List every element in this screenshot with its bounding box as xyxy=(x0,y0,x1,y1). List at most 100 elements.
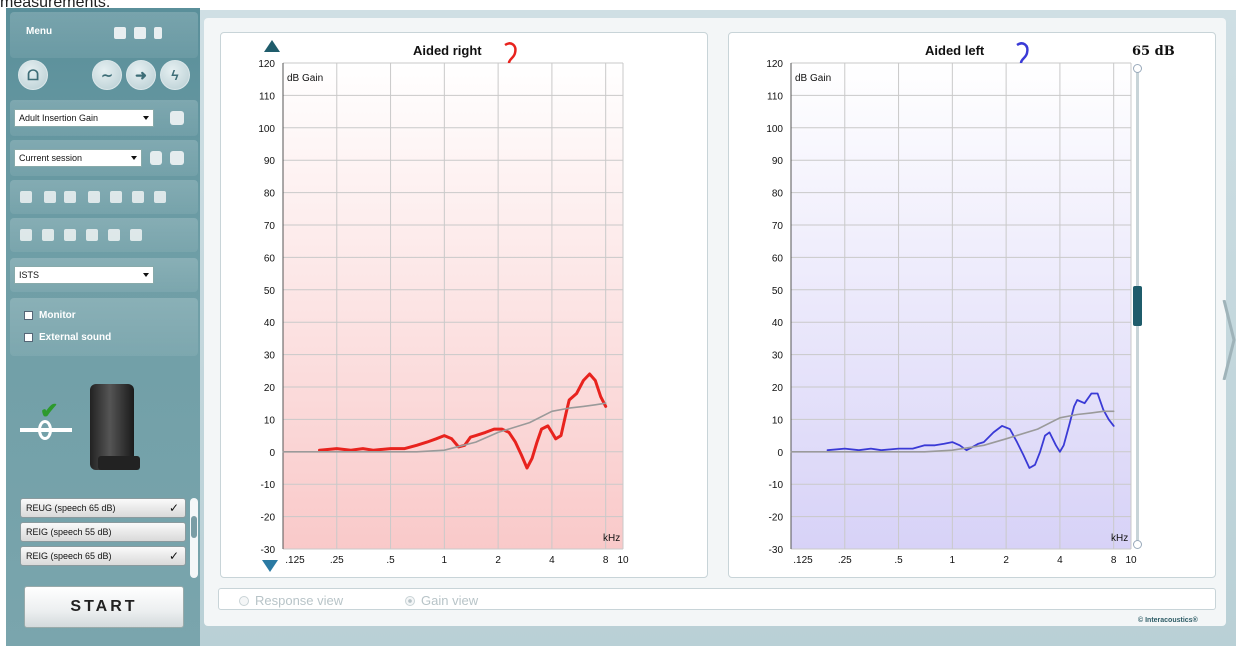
axis-icon[interactable] xyxy=(20,229,32,241)
scroll-down-arrow-icon[interactable] xyxy=(262,560,278,572)
list-item[interactable]: REUG (speech 65 dB) ✓ xyxy=(20,498,186,518)
y-tick-label: -30 xyxy=(261,545,276,556)
x-axis-label: kHz xyxy=(603,533,620,544)
chevron-down-icon xyxy=(143,116,149,120)
flash-mode-button[interactable]: ϟ xyxy=(160,60,190,90)
ear-icon xyxy=(504,42,517,64)
checkbox-box[interactable] xyxy=(24,333,33,342)
y-tick-label: 70 xyxy=(772,221,784,232)
x-tick-label: 1 xyxy=(950,555,956,566)
check-icon: ✓ xyxy=(168,549,179,563)
radio-dot[interactable] xyxy=(405,595,415,606)
expand-panel-icon[interactable] xyxy=(1222,300,1236,380)
plot-background xyxy=(791,63,1131,549)
y-tick-label: 10 xyxy=(772,415,784,426)
response-mode-button[interactable]: ∼ xyxy=(92,60,122,90)
checkbox-box[interactable] xyxy=(24,311,33,320)
start-button[interactable]: START xyxy=(24,586,184,628)
y-tick-label: 120 xyxy=(766,59,783,70)
y-tick-label: 100 xyxy=(766,124,783,135)
y-tick-label: 80 xyxy=(264,189,276,200)
list-item[interactable]: REIG (speech 55 dB) xyxy=(20,522,186,542)
scroll-up-arrow-icon[interactable] xyxy=(264,40,280,52)
ear-icon xyxy=(1016,42,1029,64)
copyright: © Interacoustics® xyxy=(1138,617,1198,624)
camera-icon[interactable] xyxy=(154,191,166,203)
left-panel: Menu ᗝ ∼ ➜ ϟ Adult Insertion Gain Curren… xyxy=(6,8,200,646)
aided-left-chart[interactable]: 1201101009080706050403020100-10-20-30.12… xyxy=(729,33,1217,579)
response-view-radio[interactable]: Response view xyxy=(239,593,343,608)
y-tick-label: 40 xyxy=(772,318,784,329)
chart-title: Aided left xyxy=(925,43,985,58)
next-mode-button[interactable]: ➜ xyxy=(126,60,156,90)
y-tick-label: 50 xyxy=(264,286,276,297)
ear-icon[interactable] xyxy=(20,191,32,203)
y-tick-label: 80 xyxy=(772,189,784,200)
aided-right-chart[interactable]: 1201101009080706050403020100-10-20-30.12… xyxy=(221,33,709,579)
save-icon[interactable] xyxy=(134,27,146,39)
ears-icon: ᗝ xyxy=(27,67,39,83)
ear-mode-button[interactable]: ᗝ xyxy=(18,60,48,90)
x-tick-label: .125 xyxy=(793,555,813,566)
x-tick-label: .125 xyxy=(285,555,305,566)
exit-icon[interactable] xyxy=(154,27,162,39)
list-item-label: REIG (speech 55 dB) xyxy=(26,527,112,537)
response-view-label: Response view xyxy=(255,593,344,608)
radio-dot[interactable] xyxy=(239,595,249,606)
window-icon[interactable] xyxy=(130,229,142,241)
x-tick-label: 2 xyxy=(1003,555,1009,566)
protocol-block: Adult Insertion Gain xyxy=(10,100,198,136)
split-icon[interactable] xyxy=(132,191,144,203)
monitor-label: Monitor xyxy=(39,310,76,321)
protocol-settings-icon[interactable] xyxy=(170,111,184,125)
print-icon[interactable] xyxy=(114,27,126,39)
scrollbar-thumb[interactable] xyxy=(191,516,197,538)
aided-right-panel: 120 110 100 90 80 70 60 50 40 30 20 10 0 -10 -20 -30.12… xyxy=(220,32,708,578)
view-toggle-bar: Response view Gain view xyxy=(218,588,1216,610)
y-tick-label: 120 xyxy=(258,59,275,70)
grid-icon[interactable] xyxy=(42,229,54,241)
monitor-checkbox[interactable]: Monitor xyxy=(24,310,76,321)
measurement-list-scrollbar[interactable] xyxy=(190,498,198,578)
globe-icon[interactable] xyxy=(64,191,76,203)
options-block: Monitor External sound xyxy=(10,298,198,356)
list-icon[interactable] xyxy=(88,191,100,203)
flag-icon[interactable] xyxy=(64,229,76,241)
y-tick-label: 60 xyxy=(772,253,784,264)
probe-knob-icon xyxy=(38,420,52,440)
y-tick-label: 40 xyxy=(264,318,276,329)
session-manage-icon[interactable] xyxy=(170,151,184,165)
level-slider-thumb[interactable] xyxy=(1133,286,1142,326)
x-tick-label: .25 xyxy=(330,555,344,566)
session-dropdown[interactable]: Current session xyxy=(14,149,142,167)
y-tick-label: 20 xyxy=(264,383,276,394)
bars-icon[interactable] xyxy=(86,229,98,241)
ear-link-icon[interactable] xyxy=(108,229,120,241)
stimulus-block: ISTS xyxy=(10,258,198,292)
list-item[interactable]: REIG (speech 65 dB) ✓ xyxy=(20,546,186,566)
transfer-icon[interactable] xyxy=(110,191,122,203)
tools-row-2 xyxy=(10,218,198,252)
session-copy-icon[interactable] xyxy=(150,151,162,165)
check-icon: ✓ xyxy=(168,501,179,515)
x-tick-label: 8 xyxy=(1111,555,1117,566)
stimulus-dropdown[interactable]: ISTS xyxy=(14,266,154,284)
probe-icon[interactable] xyxy=(44,191,56,203)
chevron-down-icon xyxy=(143,273,149,277)
x-tick-label: 4 xyxy=(549,555,555,566)
protocol-dropdown[interactable]: Adult Insertion Gain xyxy=(14,109,154,127)
y-tick-label: -10 xyxy=(261,480,276,491)
arrow-right-icon: ➜ xyxy=(135,67,147,83)
session-block: Current session xyxy=(10,140,198,176)
chevron-down-icon xyxy=(131,156,137,160)
external-sound-checkbox[interactable]: External sound xyxy=(24,332,111,343)
gain-view-radio[interactable]: Gain view xyxy=(405,593,478,608)
y-tick-label: 110 xyxy=(259,91,275,102)
y-tick-label: 0 xyxy=(269,448,275,459)
measurement-list: REUG (speech 65 dB) ✓ REIG (speech 55 dB… xyxy=(20,498,186,578)
y-tick-label: 100 xyxy=(258,124,275,135)
y-tick-label: -20 xyxy=(769,513,784,524)
menu-button[interactable]: Menu xyxy=(26,26,52,37)
list-item-label: REIG (speech 65 dB) xyxy=(26,551,112,561)
protocol-value: Adult Insertion Gain xyxy=(19,113,99,123)
